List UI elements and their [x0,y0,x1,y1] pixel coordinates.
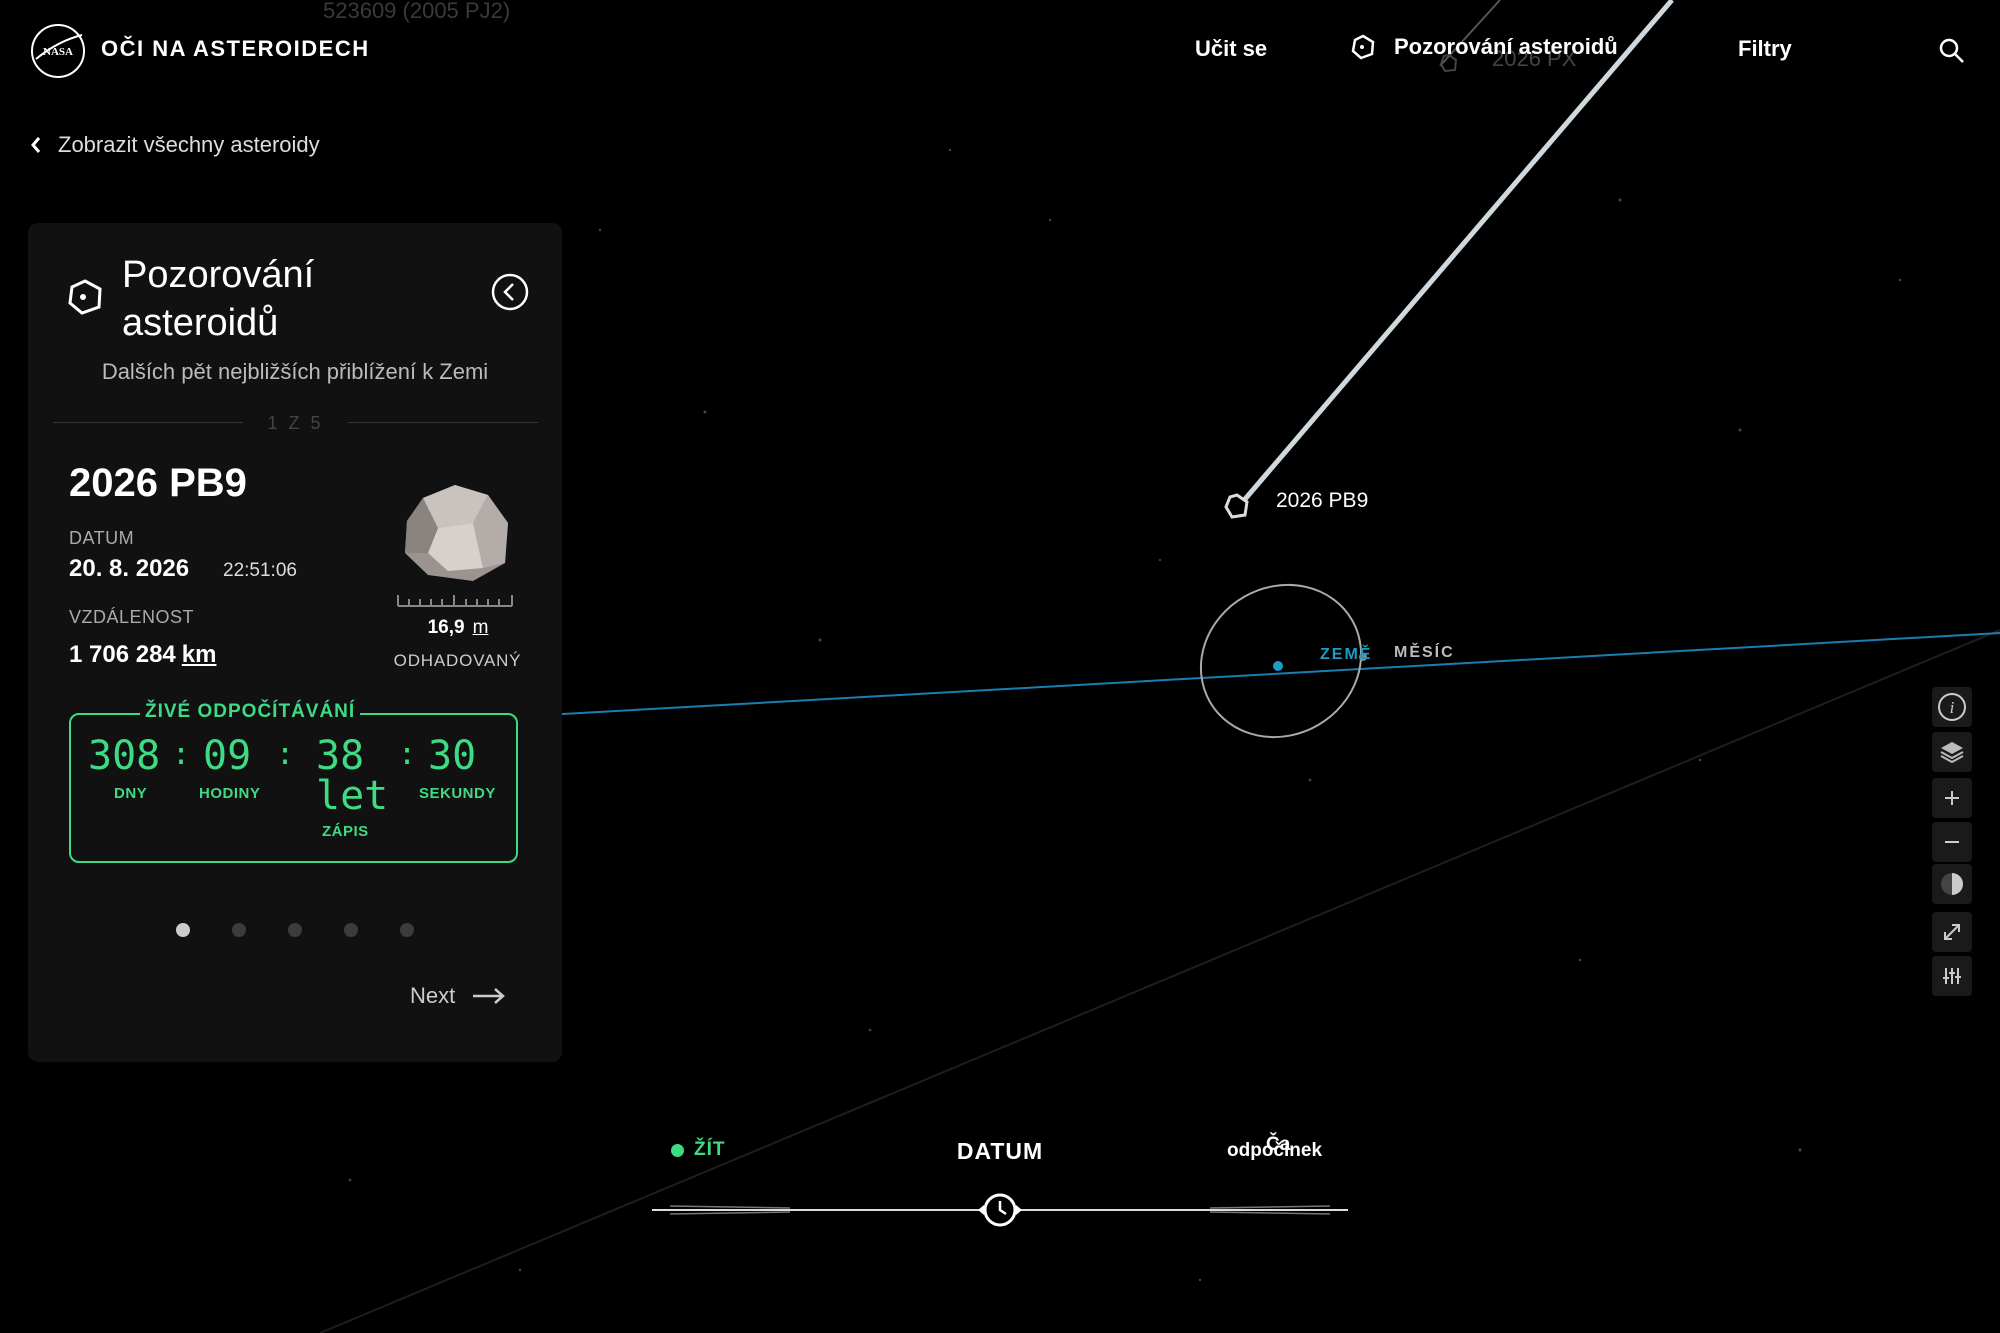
svg-text:NASA: NASA [43,46,73,58]
zoom-in-button[interactable] [1932,778,1972,818]
distance-unit[interactable]: km [182,641,217,668]
page-dot-2[interactable] [232,923,246,937]
approach-date: 20. 8. 2026 [69,555,190,582]
nav-learn[interactable]: Učit se [1195,36,1267,62]
asteroid-trajectory [1238,0,1674,507]
page-dot-1[interactable] [176,923,190,937]
page-dot-4[interactable] [344,923,358,937]
distance-value: 1 706 284 km [69,641,216,669]
layers-icon [1940,742,1964,764]
time-scrubber[interactable] [650,1188,1350,1232]
asteroid-marker[interactable] [1224,493,1249,519]
nav-asteroid-watch-label: Pozorování asteroidů [1394,34,1618,59]
nasa-logo[interactable]: NASA [30,23,86,79]
speed-overlay-text: Ča [1266,1134,1291,1155]
collapse-panel-button[interactable] [491,273,529,311]
svg-text:i: i [1950,698,1955,717]
nav-asteroid-watch[interactable]: Pozorování asteroidů [1350,34,1618,60]
zoom-out-button[interactable] [1932,822,1972,862]
search-icon[interactable] [1938,37,1966,65]
panel-title: Pozorování asteroidů [122,254,315,344]
earth-marker[interactable] [1273,661,1283,671]
live-button[interactable]: ŽÍT [671,1139,726,1161]
size-number: 16,9 [427,617,465,638]
asteroid-shape-icon [405,485,508,581]
back-link-label: Zobrazit všechny asteroidy [58,132,320,157]
back-to-all-asteroids[interactable]: Zobrazit všechny asteroidy [30,132,320,158]
countdown-days: 308 [88,733,161,779]
site-title[interactable]: OČI NA ASTEROIDECH [101,36,370,62]
zoom-out-icon [1945,841,1959,843]
countdown-hours: 09 [203,733,252,779]
asteroid-watch-icon [68,279,102,315]
countdown-separator: : [398,737,417,772]
lighting-icon [1941,873,1963,895]
countdown-seconds: 30 [428,733,477,779]
moon-label[interactable]: MĚSÍC [1394,644,1455,662]
countdown-seconds-label: SEKUNDY [419,785,496,802]
countdown-title: ŽIVÉ ODPOČÍTÁVÁNÍ [140,701,361,723]
timeline-date: DATUM [956,1138,1044,1164]
countdown-hours-label: HODINY [199,785,261,802]
size-unit[interactable]: m [473,617,489,638]
date-label: DATUM [69,528,135,548]
countdown-days-label: DNY [114,785,148,802]
asteroid-map-label[interactable]: 2026 PB9 [1276,489,1368,513]
fullscreen-icon [1944,924,1960,940]
size-scale-bar [397,595,513,607]
info-button[interactable]: i [1932,687,1972,727]
countdown-minutes-label: ZÁPIS [322,823,369,840]
next-button[interactable]: Next [410,983,507,1009]
distance-label: VZDÁLENOST [69,607,195,627]
size-label: ODHADOVANÝ [393,651,522,670]
live-label: ŽÍT [694,1139,726,1160]
asteroid-watch-panel: Pozorování asteroidů Dalších pět nejbliž… [28,223,562,1062]
chevron-left-icon [31,137,41,153]
nav-filters[interactable]: Filtry [1738,36,1792,62]
countdown-minutes-overlay: let [316,773,389,819]
divider [53,422,243,423]
next-label: Next [410,983,456,1008]
pagination-dots [176,923,414,937]
ghost-asteroid-label-top: 523609 (2005 PJ2) [323,0,511,23]
divider [348,422,538,423]
item-counter: 1 Z 5 [267,413,324,433]
arrow-right-icon [473,988,506,1004]
panel-subtitle: Dalších pět nejbližších přiblížení k Zem… [101,359,489,384]
earth-orbit-line [544,632,2000,716]
settings-button[interactable] [1932,956,1972,996]
fullscreen-button[interactable] [1932,912,1972,952]
layers-button[interactable] [1932,732,1972,772]
page-dot-3[interactable] [288,923,302,937]
distance-number: 1 706 284 [69,641,176,668]
page-dot-5[interactable] [400,923,414,937]
lighting-button[interactable] [1932,864,1972,904]
asteroid-watch-icon [1351,34,1375,60]
countdown-separator: : [276,737,295,772]
live-indicator [671,1143,684,1157]
approach-time: 22:51:06 [223,560,297,581]
zoom-in-icon [1945,791,1959,805]
earth-label[interactable]: ZEMĚ [1320,646,1372,664]
asteroid-name: 2026 PB9 [69,461,247,505]
info-icon: i [1938,693,1966,721]
clock-icon[interactable] [978,1193,1022,1227]
settings-icon [1943,968,1961,984]
countdown-separator: : [172,737,191,772]
size-value: 16,9 m [393,617,523,639]
